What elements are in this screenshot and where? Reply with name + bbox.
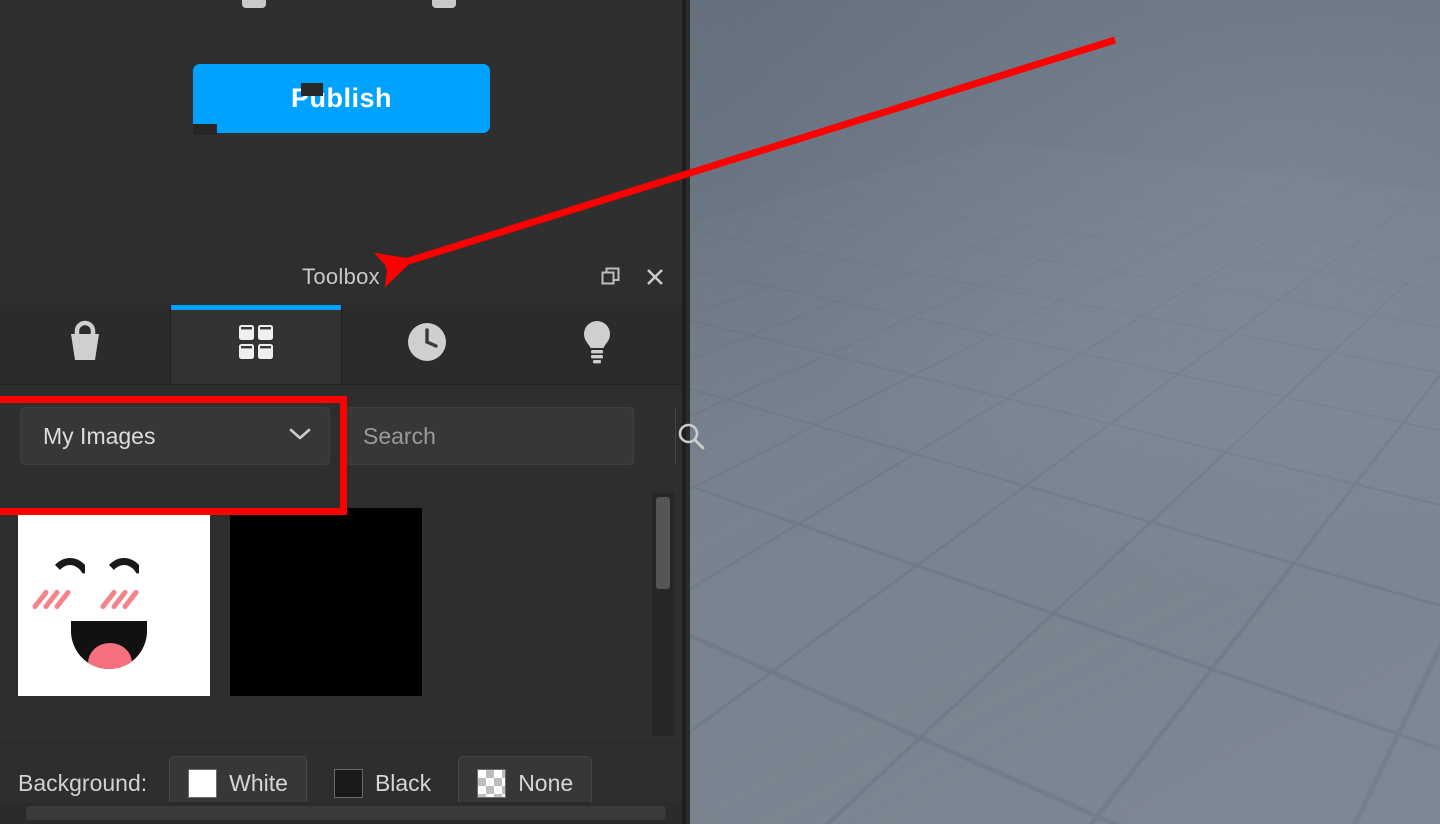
background-option-none-label: None	[518, 770, 574, 796]
category-dropdown[interactable]: My Images	[20, 407, 330, 465]
bottom-scroll-thumb[interactable]	[26, 806, 666, 820]
toolbox-tab-bar	[0, 305, 682, 385]
tab-inventory[interactable]	[170, 305, 342, 384]
tab-marketplace[interactable]	[0, 305, 170, 384]
toolbar-icon-right[interactable]	[432, 0, 456, 8]
swatch-black-icon	[333, 769, 363, 798]
shopping-bag-icon	[65, 320, 105, 369]
publish-pane: Publish	[0, 0, 682, 248]
toolbox-titlebar: Toolbox	[0, 248, 682, 305]
results-scroll-thumb[interactable]	[656, 497, 670, 589]
toolbox-filter-row: My Images	[0, 385, 705, 487]
eyebrow-right	[102, 558, 146, 584]
search-icon[interactable]	[675, 408, 706, 464]
eyebrow-left	[48, 558, 92, 584]
swatch-white-icon	[188, 769, 218, 798]
cursor-artifact-lower	[193, 124, 217, 135]
toolbox-window: Toolbox My Images Search Background: Whi…	[0, 248, 705, 824]
results-scrollbar[interactable]	[652, 493, 674, 736]
background-label: Background:	[18, 770, 148, 796]
3d-viewport[interactable]	[690, 0, 1440, 824]
toolbar-icon-left[interactable]	[242, 0, 266, 8]
toolbox-title: Toolbox	[302, 263, 380, 289]
titlebar-controls	[598, 264, 668, 290]
mouth	[71, 621, 147, 669]
tongue	[88, 643, 132, 669]
clock-icon	[406, 321, 448, 368]
blush-right	[99, 586, 146, 614]
image-thumbnail-black[interactable]	[230, 508, 422, 696]
grid-icon	[236, 322, 276, 367]
search-input[interactable]	[347, 408, 675, 464]
image-thumbnail-happy-face[interactable]	[18, 508, 210, 696]
left-dock-panel: Publish Toolbox My Images Search Backgro…	[0, 0, 705, 824]
app-window: Publish Toolbox My Images Search Backgro…	[0, 0, 1440, 824]
tab-recent[interactable]	[342, 305, 512, 384]
popout-icon[interactable]	[598, 264, 624, 290]
background-option-white-label: White	[229, 770, 288, 796]
bottom-scrollbar[interactable]	[0, 802, 682, 824]
toolbox-results-area	[0, 487, 682, 742]
chevron-down-icon	[289, 427, 311, 446]
blush-left	[31, 586, 78, 614]
background-option-black-label: Black	[374, 770, 432, 796]
toolbox-results-grid	[18, 508, 636, 732]
publish-button[interactable]: Publish	[193, 64, 490, 133]
search-box	[346, 407, 705, 465]
lightbulb-icon	[580, 319, 614, 370]
tab-creations[interactable]	[512, 305, 682, 384]
swatch-checkered-icon	[477, 769, 507, 798]
baseplate-grid	[690, 0, 1440, 824]
category-dropdown-value: My Images	[43, 422, 156, 449]
cursor-artifact-upper	[301, 83, 323, 96]
close-icon[interactable]	[642, 264, 668, 290]
happy-face-decal	[18, 508, 210, 696]
